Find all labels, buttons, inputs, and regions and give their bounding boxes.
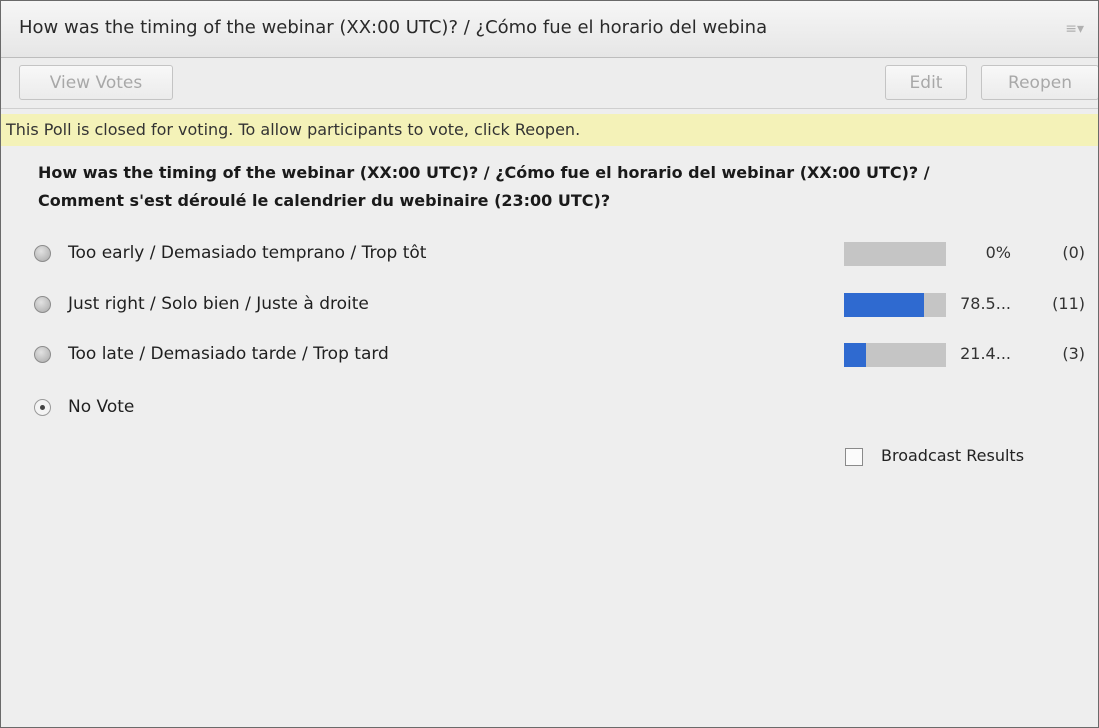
pod-menu-icon[interactable]: ≡▾ <box>1065 21 1084 37</box>
option-label: Just right / Solo bien / Juste à droite <box>68 294 369 314</box>
option-radio[interactable] <box>34 296 51 313</box>
pod-title: How was the timing of the webinar (XX:00… <box>19 17 768 38</box>
result-percent: 0% <box>985 243 1011 262</box>
result-bar-fill <box>844 343 866 367</box>
poll-option: Just right / Solo bien / Juste à droite … <box>1 290 1098 320</box>
result-count: (11) <box>1052 294 1085 313</box>
poll-option: Too early / Demasiado temprano / Trop tô… <box>1 239 1098 269</box>
broadcast-label: Broadcast Results <box>881 446 1025 465</box>
result-bar <box>844 293 946 317</box>
result-percent: 78.5... <box>960 294 1011 313</box>
result-bar <box>844 343 946 367</box>
result-count: (0) <box>1062 243 1085 262</box>
poll-toolbar: View Votes Edit Reopen <box>1 58 1098 109</box>
poll-option-no-vote: No Vote <box>1 393 1098 423</box>
poll-question: How was the timing of the webinar (XX:00… <box>38 159 1048 215</box>
view-votes-button[interactable]: View Votes <box>19 65 173 100</box>
poll-option: Too late / Demasiado tarde / Trop tard 2… <box>1 340 1098 370</box>
result-bar-fill <box>844 293 924 317</box>
question-line: Comment s'est déroulé le calendrier du w… <box>38 191 611 210</box>
result-count: (3) <box>1062 344 1085 363</box>
pod-titlebar: How was the timing of the webinar (XX:00… <box>1 1 1098 58</box>
option-radio[interactable] <box>34 346 51 363</box>
option-label: Too late / Demasiado tarde / Trop tard <box>68 344 389 364</box>
option-radio-selected[interactable] <box>34 399 51 416</box>
question-line: How was the timing of the webinar (XX:00… <box>38 163 930 182</box>
option-label: No Vote <box>68 397 135 417</box>
result-bar <box>844 242 946 266</box>
reopen-button[interactable]: Reopen <box>981 65 1098 100</box>
poll-pod: How was the timing of the webinar (XX:00… <box>0 0 1099 728</box>
option-label: Too early / Demasiado temprano / Trop tô… <box>68 243 427 263</box>
edit-button[interactable]: Edit <box>885 65 967 100</box>
result-percent: 21.4... <box>960 344 1011 363</box>
broadcast-checkbox[interactable] <box>845 448 863 466</box>
option-radio[interactable] <box>34 245 51 262</box>
poll-closed-notice: This Poll is closed for voting. To allow… <box>1 114 1098 146</box>
